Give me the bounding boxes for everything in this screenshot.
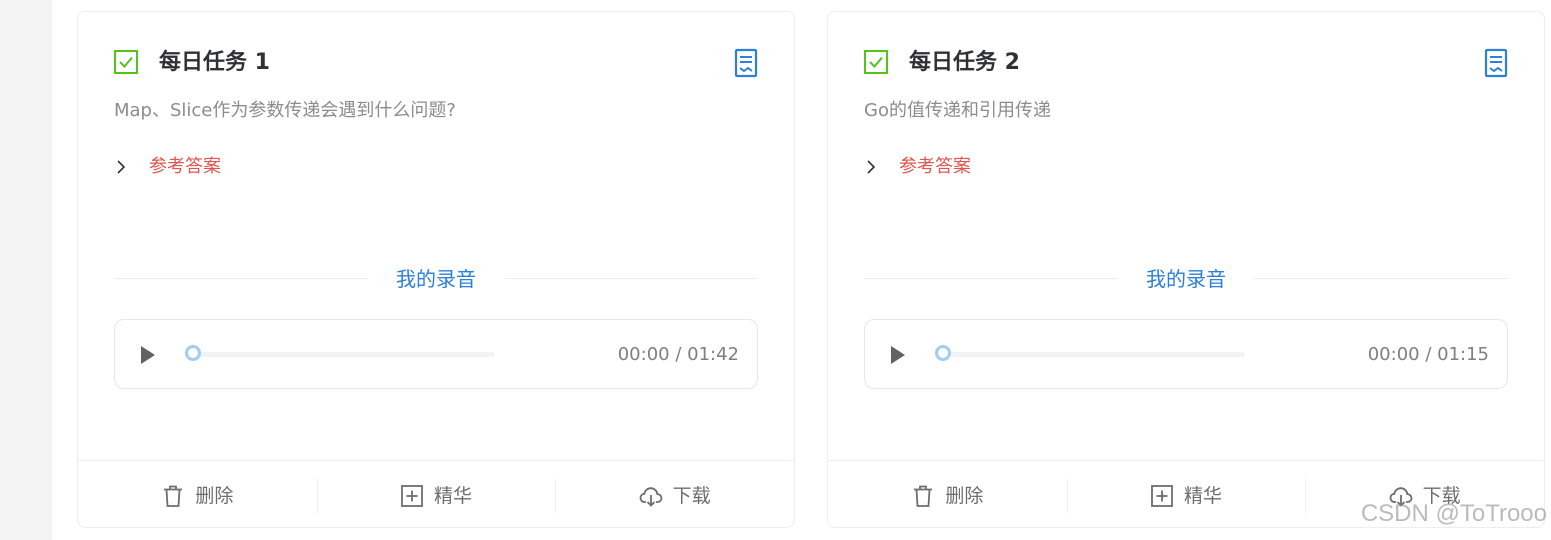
- reference-answer-toggle[interactable]: 参考答案: [114, 153, 221, 181]
- card-footer: 删除 精华 下载: [78, 460, 794, 530]
- delete-button[interactable]: 删除: [828, 461, 1067, 530]
- download-label: 下载: [1422, 484, 1461, 507]
- featured-button[interactable]: 精华: [1066, 461, 1306, 530]
- cloud-download-icon: [1389, 486, 1413, 507]
- progress-track[interactable]: [185, 352, 495, 357]
- recording-divider: 我的录音: [864, 264, 1508, 294]
- featured-label: 精华: [434, 484, 473, 507]
- task-title: 每日任务 2: [909, 50, 1020, 75]
- left-sidebar-strip: [0, 0, 52, 540]
- recording-section-title: 我的录音: [1146, 267, 1226, 291]
- recording-section-title: 我的录音: [396, 267, 476, 291]
- reference-answer-toggle[interactable]: 参考答案: [864, 153, 971, 181]
- chevron-right-icon: [117, 160, 126, 174]
- play-icon[interactable]: [889, 344, 907, 366]
- audio-player: 00:00 / 01:15: [864, 319, 1508, 389]
- task-question: Go的值传递和引用传递: [864, 100, 1051, 121]
- audio-player: 00:00 / 01:42: [114, 319, 758, 389]
- featured-label: 精华: [1184, 484, 1223, 507]
- document-icon[interactable]: [1484, 48, 1508, 78]
- card-header: 每日任务 2: [864, 48, 1508, 78]
- checkbox-checked-icon: [864, 50, 888, 74]
- download-button[interactable]: 下载: [555, 461, 794, 530]
- progress-knob[interactable]: [185, 345, 201, 361]
- featured-button[interactable]: 精华: [316, 461, 556, 530]
- reference-answer-label: 参考答案: [899, 156, 971, 177]
- trash-icon: [914, 485, 933, 507]
- divider-line-right: [504, 278, 758, 279]
- trash-icon: [164, 485, 183, 507]
- download-button[interactable]: 下载: [1305, 461, 1544, 530]
- progress-track[interactable]: [935, 352, 1245, 357]
- checkbox-checked-icon: [114, 50, 138, 74]
- delete-button[interactable]: 删除: [78, 461, 317, 530]
- delete-label: 删除: [945, 484, 984, 507]
- task-card: 每日任务 2 Go的值传递和引用传递 参考答案 我的录音 00:00 / 01:…: [827, 11, 1545, 528]
- divider-line-right: [1254, 278, 1508, 279]
- task-title: 每日任务 1: [159, 50, 270, 75]
- play-icon[interactable]: [139, 344, 157, 366]
- chevron-right-icon: [867, 160, 876, 174]
- reference-answer-label: 参考答案: [149, 156, 221, 177]
- time-display: 00:00 / 01:42: [617, 344, 739, 365]
- time-display: 00:00 / 01:15: [1367, 344, 1489, 365]
- plus-square-icon: [1151, 484, 1173, 507]
- card-footer: 删除 精华 下载: [828, 460, 1544, 530]
- delete-label: 删除: [195, 484, 234, 507]
- plus-square-icon: [401, 484, 423, 507]
- recording-divider: 我的录音: [114, 264, 758, 294]
- card-header: 每日任务 1: [114, 48, 758, 78]
- page: 每日任务 1 Map、Slice作为参数传递会遇到什么问题? 参考答案 我的录音: [0, 0, 1551, 540]
- task-question: Map、Slice作为参数传递会遇到什么问题?: [114, 100, 456, 121]
- cloud-download-icon: [639, 486, 663, 507]
- download-label: 下载: [672, 484, 711, 507]
- progress-knob[interactable]: [935, 345, 951, 361]
- document-icon[interactable]: [734, 48, 758, 78]
- task-card: 每日任务 1 Map、Slice作为参数传递会遇到什么问题? 参考答案 我的录音: [77, 11, 795, 528]
